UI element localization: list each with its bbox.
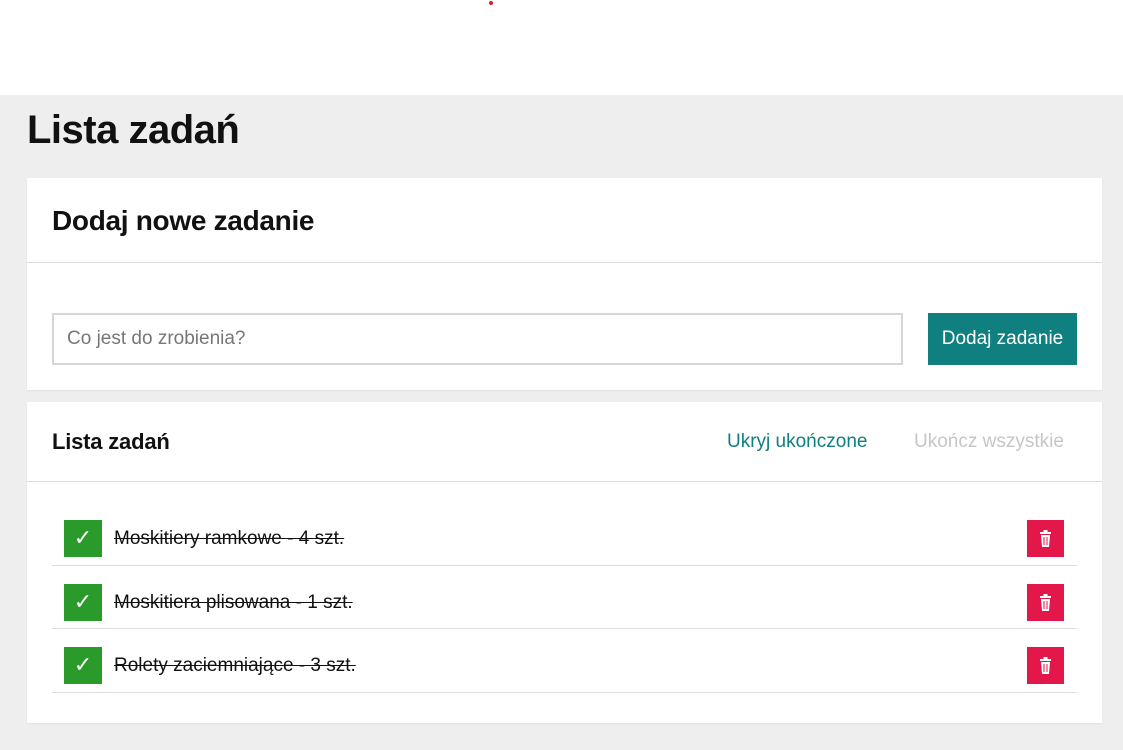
trash-icon [1040, 593, 1051, 611]
red-dot [489, 1, 493, 5]
complete-all-link[interactable]: Ukończ wszystkie [914, 431, 1064, 453]
task-text: Moskitiery ramkowe - 4 szt. [114, 528, 345, 549]
task-list-card-header: Lista zadań Ukryj ukończone Ukończ wszys… [27, 402, 1102, 482]
task-row: ✓ Rolety zaciemniające - 3 szt. [52, 629, 1077, 693]
task-list: ✓ Moskitiery ramkowe - 4 szt. ✓ Moskitie… [52, 502, 1077, 693]
task-text: Rolety zaciemniające - 3 szt. [114, 655, 356, 676]
top-bar [0, 0, 1123, 95]
new-task-input[interactable] [52, 313, 903, 365]
task-text: Moskitiera plisowana - 1 szt. [114, 591, 353, 613]
task-list-card: Lista zadań Ukryj ukończone Ukończ wszys… [27, 402, 1102, 723]
hide-completed-link[interactable]: Ukryj ukończone [727, 431, 867, 453]
trash-icon [1040, 530, 1051, 547]
task-row: ✓ Moskitiery ramkowe - 4 szt. [52, 502, 1077, 566]
add-task-card: Dodaj nowe zadanie Dodaj zadanie [27, 178, 1102, 390]
delete-task-button[interactable] [1027, 520, 1064, 557]
add-task-button[interactable]: Dodaj zadanie [928, 313, 1077, 365]
check-icon[interactable]: ✓ [64, 647, 102, 684]
trash-icon [1040, 657, 1051, 674]
page-content: Lista zadań Dodaj nowe zadanie Dodaj zad… [0, 95, 1123, 750]
task-list-title: Lista zadań [52, 429, 170, 454]
add-task-card-header: Dodaj nowe zadanie [27, 178, 1102, 263]
check-icon[interactable]: ✓ [64, 520, 102, 557]
check-icon[interactable]: ✓ [64, 583, 102, 621]
task-row: ✓ Moskitiera plisowana - 1 szt. [52, 566, 1077, 629]
page-title: Lista zadań [27, 108, 240, 152]
delete-task-button[interactable] [1027, 647, 1064, 684]
add-task-title: Dodaj nowe zadanie [52, 205, 315, 236]
delete-task-button[interactable] [1027, 583, 1064, 621]
